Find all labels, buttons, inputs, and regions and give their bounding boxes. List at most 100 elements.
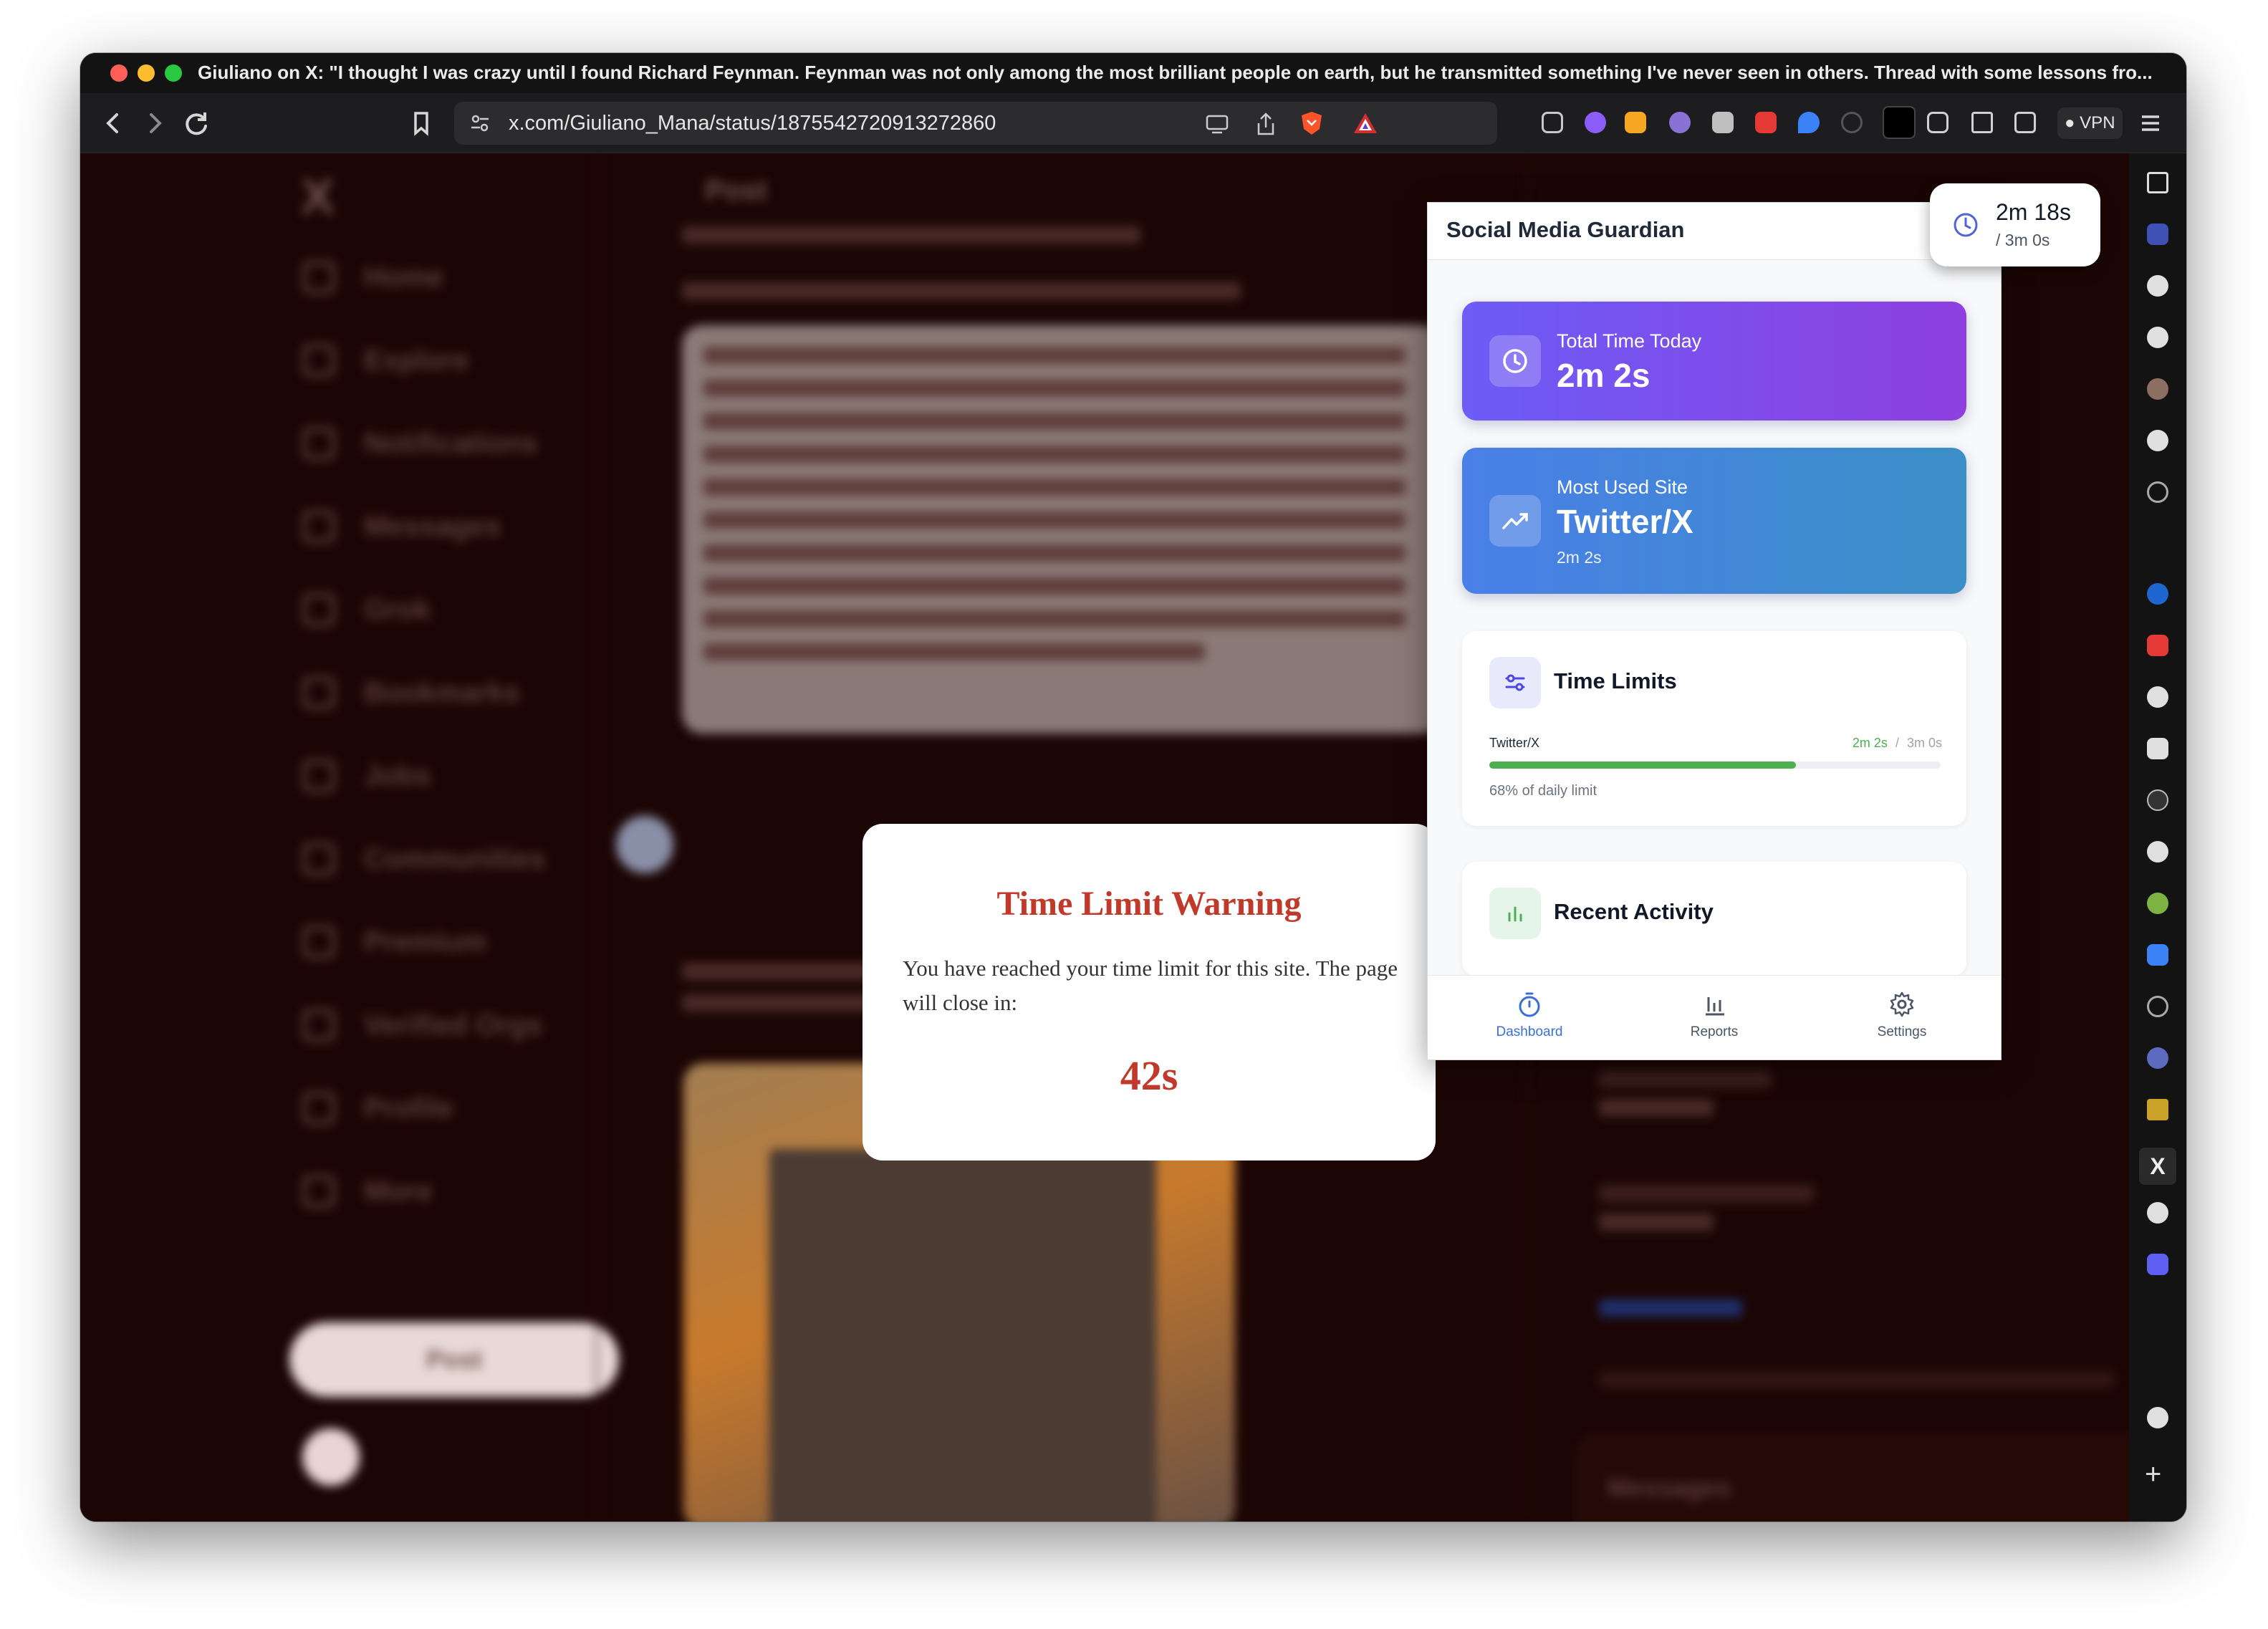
nav-label: Messages — [364, 510, 501, 542]
text-line — [703, 643, 1205, 660]
forward-button[interactable] — [136, 105, 173, 142]
rail-app-icon[interactable] — [2147, 893, 2168, 914]
post-button[interactable]: Post — [289, 1322, 619, 1397]
extension-lock-icon[interactable] — [1755, 112, 1777, 133]
card-icon-box — [1489, 335, 1541, 387]
extension-drop-icon[interactable] — [1798, 112, 1820, 133]
puzzle-icon[interactable] — [2147, 944, 2168, 966]
nav-item-grok[interactable]: Grok — [302, 593, 431, 626]
chat-icon[interactable] — [2147, 686, 2168, 708]
nav-item-home[interactable]: Home — [302, 261, 443, 294]
nav-label: Verified Orgs — [364, 1009, 542, 1041]
extension-g-icon[interactable] — [1625, 112, 1646, 133]
rail-app-icon[interactable] — [2147, 1254, 2168, 1275]
messages-title: Messages — [1608, 1473, 1731, 1502]
nav-item-notifications[interactable]: Notifications — [302, 427, 537, 460]
window-title: Giuliano on X: "I thought I was crazy un… — [198, 62, 2153, 83]
wallet-icon[interactable] — [2014, 112, 2036, 133]
nav-item-messages[interactable]: Messages — [302, 510, 501, 543]
vpn-label: VPN — [2080, 113, 2115, 133]
cast-icon[interactable] — [1205, 113, 1229, 135]
youtube-icon[interactable] — [2147, 635, 2168, 656]
quote-image — [682, 325, 1441, 734]
nav-item-profile[interactable]: Profile — [302, 1092, 453, 1125]
close-window-button[interactable] — [110, 64, 128, 82]
total-time-value: 2m 2s — [1557, 357, 1650, 394]
address-bar[interactable]: x.com/Giuliano_Mana/status/1875542720913… — [454, 102, 1497, 145]
github-icon[interactable] — [2147, 1407, 2168, 1428]
extension-camera-icon[interactable] — [1712, 112, 1734, 133]
sidebar-panel-icon[interactable] — [2147, 172, 2168, 193]
timer-limit: / 3m 0s — [1996, 231, 2050, 249]
bookmark-icon — [302, 676, 335, 709]
nav-item-more[interactable]: More — [302, 1175, 433, 1208]
minimize-window-button[interactable] — [138, 64, 155, 82]
text-line — [703, 446, 1406, 463]
most-used-site-card: Most Used Site Twitter/X 2m 2s — [1462, 448, 1966, 594]
brave-shields-icon[interactable] — [1299, 110, 1324, 136]
briefcase-icon — [302, 759, 335, 792]
menu-button[interactable] — [2132, 105, 2169, 142]
time-limits-card: Time Limits Twitter/X 2m 2s / 3m 0s 68% … — [1462, 631, 1966, 826]
text-line — [682, 226, 1140, 244]
rail-app-icon[interactable] — [2147, 378, 2168, 400]
avatar[interactable] — [302, 1428, 360, 1486]
zoom-window-button[interactable] — [165, 64, 182, 82]
vpn-button[interactable]: ● VPN — [2057, 107, 2123, 139]
text-line — [703, 577, 1406, 595]
reload-icon — [186, 112, 207, 135]
browser-side-rail: X + — [2129, 153, 2186, 1522]
nav-label-settings: Settings — [1877, 1024, 1927, 1039]
grok-icon — [302, 593, 335, 626]
rail-app-icon[interactable] — [2147, 996, 2168, 1017]
popup-bottom-nav: Dashboard Reports Settings — [1428, 975, 2001, 1059]
add-panel-icon[interactable]: + — [2145, 1459, 2161, 1491]
text-line — [1599, 1371, 2115, 1388]
text-line — [703, 347, 1406, 364]
nav-item-communities[interactable]: Communities — [302, 842, 545, 875]
nav-item-premium[interactable]: Premium — [302, 926, 486, 958]
chat-icon[interactable] — [2147, 841, 2168, 862]
github-icon[interactable] — [2147, 275, 2168, 297]
brave-rewards-icon[interactable] — [1352, 112, 1378, 135]
nav-tab-dashboard[interactable]: Dashboard — [1458, 990, 1601, 1040]
back-button[interactable] — [95, 105, 132, 142]
messages-drawer[interactable]: Messages — [1577, 1436, 2129, 1522]
share-icon[interactable] — [1255, 112, 1277, 136]
bookmark-button[interactable] — [403, 105, 440, 142]
text-line — [1599, 1099, 1714, 1116]
github-icon[interactable] — [2147, 430, 2168, 451]
nav-tab-reports[interactable]: Reports — [1643, 990, 1786, 1040]
nav-tab-settings[interactable]: Settings — [1830, 990, 1974, 1040]
code-icon[interactable] — [2147, 738, 2168, 759]
site-settings-icon[interactable] — [469, 112, 491, 135]
card-icon-box — [1489, 657, 1541, 708]
avatar[interactable] — [616, 816, 673, 873]
nav-item-verified-orgs[interactable]: Verified Orgs — [302, 1009, 542, 1042]
rail-app-icon[interactable] — [2147, 789, 2168, 811]
extension-alien-icon[interactable] — [1669, 112, 1691, 133]
clock-icon — [1503, 349, 1527, 373]
extension-history-icon[interactable] — [1841, 112, 1863, 133]
sidebar-toggle-icon[interactable] — [1971, 112, 1993, 133]
reload-button[interactable] — [178, 105, 215, 142]
browser-toolbar: x.com/Giuliano_Mana/status/1875542720913… — [80, 93, 2186, 153]
rail-app-icon[interactable] — [2147, 481, 2168, 503]
nav-item-bookmarks[interactable]: Bookmarks — [302, 676, 520, 709]
extensions-puzzle-icon[interactable] — [1927, 112, 1949, 133]
extension-star-icon[interactable] — [1585, 112, 1606, 133]
nav-item-explore[interactable]: Explore — [302, 344, 469, 377]
rail-app-icon[interactable] — [2147, 1099, 2168, 1120]
rail-app-icon[interactable] — [2147, 1047, 2168, 1069]
linkedin-icon[interactable] — [2147, 583, 2168, 605]
x-rail-icon[interactable]: X — [2139, 1148, 2176, 1185]
extension-a-icon[interactable] — [1542, 112, 1563, 133]
github-icon[interactable] — [2147, 327, 2168, 348]
nav-item-jobs[interactable]: Jobs — [302, 759, 431, 792]
social-media-guardian-popup: Social Media Guardian Total Time Today 2… — [1427, 202, 2002, 1060]
rail-app-a-icon[interactable] — [2147, 224, 2168, 245]
social-media-guardian-extension-icon[interactable] — [1883, 106, 1916, 139]
nav-label: Jobs — [364, 759, 431, 792]
github-icon[interactable] — [2147, 1202, 2168, 1224]
nav-label: Explore — [364, 344, 469, 376]
